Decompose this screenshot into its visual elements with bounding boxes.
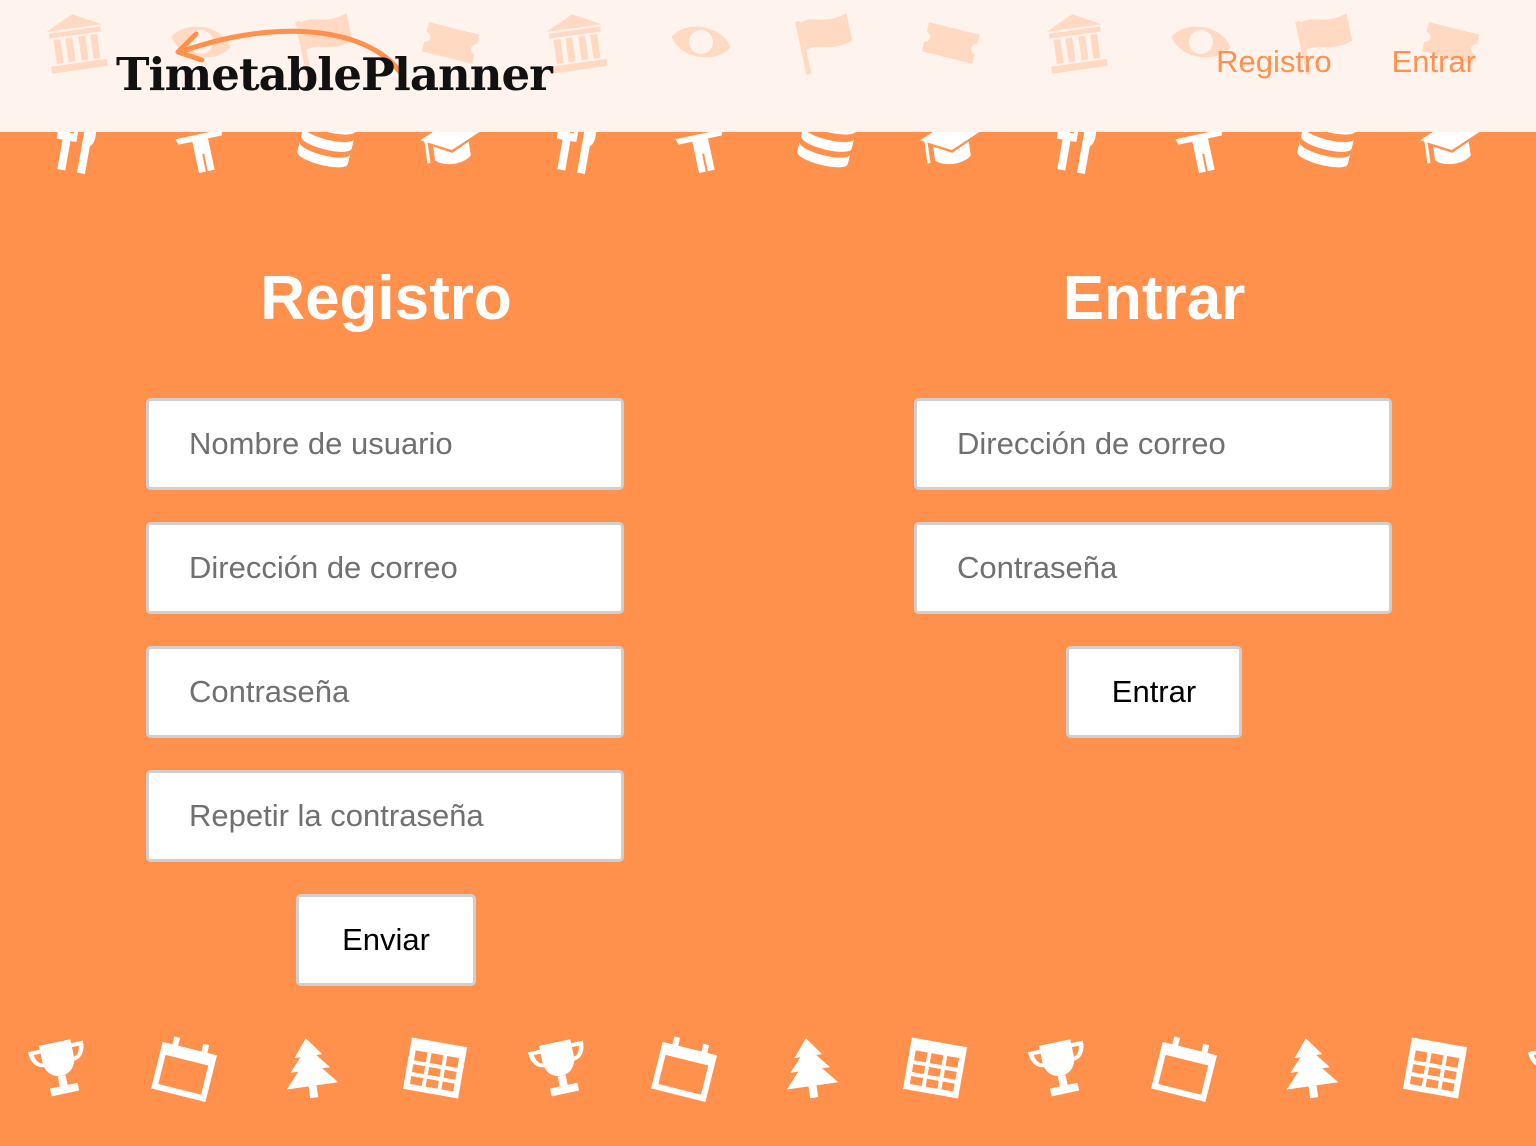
logo-text: TimetablePlanner: [116, 48, 553, 101]
username-input[interactable]: [146, 398, 624, 490]
login-actions: Entrar: [914, 646, 1394, 738]
grid-icon: [1398, 1031, 1472, 1105]
tree-icon: [1274, 1032, 1346, 1104]
grid-icon: [898, 1031, 972, 1105]
site-header: TimetablePlanner Registro Entrar: [0, 0, 1536, 132]
trophy-icon: [22, 1030, 98, 1106]
trophy-icon: [1522, 1030, 1536, 1106]
register-password-input[interactable]: [146, 646, 624, 738]
ticket-icon: [912, 3, 990, 81]
login-password-input[interactable]: [914, 522, 1392, 614]
grid-icon: [398, 1031, 472, 1105]
register-title: Registro: [260, 264, 512, 333]
submit-login-button[interactable]: Entrar: [1066, 646, 1242, 738]
login-email-input[interactable]: [914, 398, 1392, 490]
register-email-input[interactable]: [146, 522, 624, 614]
register-section: Registro Enviar: [146, 240, 626, 986]
top-nav: Registro Entrar: [1216, 44, 1476, 80]
bank-icon: [40, 6, 112, 78]
trophy-icon: [1022, 1030, 1098, 1106]
login-title: Entrar: [1062, 264, 1246, 333]
bank-icon: [1040, 6, 1112, 78]
repeat-password-input[interactable]: [146, 770, 624, 862]
register-actions: Enviar: [146, 894, 626, 986]
eye-icon: [664, 5, 738, 79]
trophy-icon: [522, 1030, 598, 1106]
calendar-icon: [1146, 1029, 1224, 1107]
submit-register-button[interactable]: Enviar: [296, 894, 476, 986]
logo[interactable]: TimetablePlanner: [116, 28, 553, 108]
nav-login-link[interactable]: Entrar: [1392, 44, 1476, 80]
login-section: Entrar Entrar: [914, 240, 1394, 738]
calendar-icon: [146, 1029, 224, 1107]
flag-icon: [788, 4, 864, 80]
nav-register-link[interactable]: Registro: [1216, 44, 1331, 80]
calendar-icon: [646, 1029, 724, 1107]
tree-icon: [274, 1032, 346, 1104]
tree-icon: [774, 1032, 846, 1104]
